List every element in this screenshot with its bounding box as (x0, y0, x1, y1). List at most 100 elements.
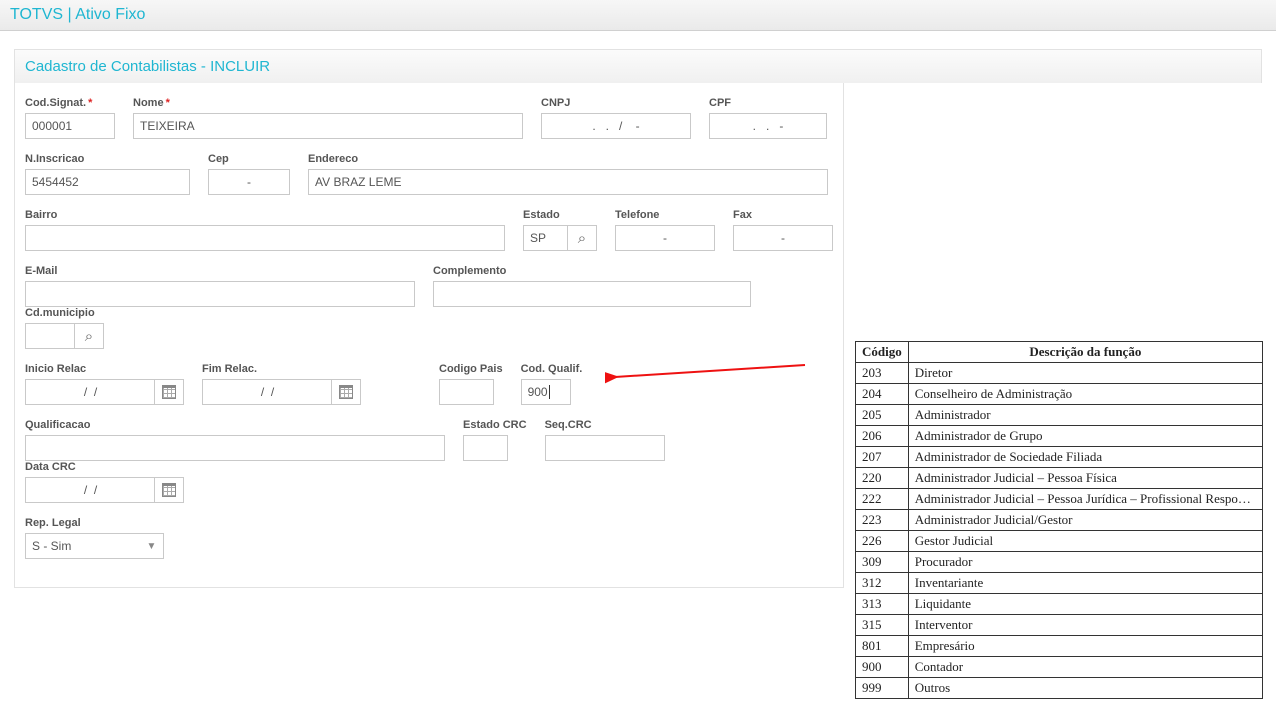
cell-desc: Administrador Judicial – Pessoa Jurídica… (908, 489, 1262, 510)
cd-municipio-input[interactable] (25, 323, 75, 349)
inicio-relac-input[interactable] (25, 379, 155, 405)
cell-desc: Gestor Judicial (908, 531, 1262, 552)
search-icon (85, 328, 93, 345)
calendar-icon (339, 385, 353, 399)
cell-desc: Conselheiro de Administração (908, 384, 1262, 405)
cell-desc: Administrador Judicial/Gestor (908, 510, 1262, 531)
cell-code: 206 (856, 426, 909, 447)
col-header-code: Código (856, 342, 909, 363)
endereco-input[interactable] (308, 169, 828, 195)
label-codigo-pais: Codigo Pais (439, 363, 503, 375)
table-row: 312Inventariante (856, 573, 1263, 594)
n-inscricao-input[interactable] (25, 169, 190, 195)
window-title-bar: TOTVS | Ativo Fixo (0, 0, 1276, 31)
qualif-codes-table: Código Descrição da função 203Diretor204… (855, 341, 1263, 699)
rep-legal-dropdown-button[interactable]: ▼ (140, 533, 164, 559)
table-row: 204Conselheiro de Administração (856, 384, 1263, 405)
cell-code: 222 (856, 489, 909, 510)
text-cursor (549, 385, 550, 399)
label-bairro: Bairro (25, 209, 505, 221)
label-nome: Nome* (133, 97, 523, 109)
table-row: 223Administrador Judicial/Gestor (856, 510, 1263, 531)
cell-code: 223 (856, 510, 909, 531)
cell-code: 204 (856, 384, 909, 405)
cell-desc: Administrador Judicial – Pessoa Física (908, 468, 1262, 489)
table-row: 999Outros (856, 678, 1263, 699)
label-cod-signat: Cod.Signat.* (25, 97, 115, 109)
table-row: 801Empresário (856, 636, 1263, 657)
fim-relac-input[interactable] (202, 379, 332, 405)
cell-code: 203 (856, 363, 909, 384)
cell-code: 220 (856, 468, 909, 489)
cell-code: 226 (856, 531, 909, 552)
label-fim-relac: Fim Relac. (202, 363, 361, 375)
table-row: 309Procurador (856, 552, 1263, 573)
label-cod-qualif: Cod. Qualif. (521, 363, 583, 375)
table-row: 315Interventor (856, 615, 1263, 636)
label-estado-crc: Estado CRC (463, 419, 527, 431)
label-cep: Cep (208, 153, 290, 165)
label-cnpj: CNPJ (541, 97, 691, 109)
cell-desc: Administrador (908, 405, 1262, 426)
table-row: 222Administrador Judicial – Pessoa Juríd… (856, 489, 1263, 510)
label-data-crc: Data CRC (25, 461, 184, 473)
estado-lookup-button[interactable] (567, 225, 597, 251)
label-cd-municipio: Cd.municipio (25, 307, 104, 319)
fim-relac-calendar-button[interactable] (331, 379, 361, 405)
label-endereco: Endereco (308, 153, 828, 165)
codigo-pais-input[interactable] (439, 379, 494, 405)
inicio-relac-calendar-button[interactable] (154, 379, 184, 405)
label-telefone: Telefone (615, 209, 715, 221)
cell-code: 207 (856, 447, 909, 468)
cod-signat-input[interactable] (25, 113, 115, 139)
data-crc-input[interactable] (25, 477, 155, 503)
cell-desc: Liquidante (908, 594, 1262, 615)
label-email: E-Mail (25, 265, 415, 277)
table-row: 205Administrador (856, 405, 1263, 426)
app-title: TOTVS | Ativo Fixo (10, 6, 145, 23)
fax-input[interactable] (733, 225, 833, 251)
cell-desc: Empresário (908, 636, 1262, 657)
cell-code: 312 (856, 573, 909, 594)
page-title: Cadastro de Contabilistas - INCLUIR (14, 49, 1262, 83)
label-rep-legal: Rep. Legal (25, 517, 164, 529)
cell-desc: Inventariante (908, 573, 1262, 594)
label-n-inscricao: N.Inscricao (25, 153, 190, 165)
estado-crc-input[interactable] (463, 435, 508, 461)
label-complemento: Complemento (433, 265, 751, 277)
cell-desc: Interventor (908, 615, 1262, 636)
cnpj-input[interactable] (541, 113, 691, 139)
table-row: 226Gestor Judicial (856, 531, 1263, 552)
cell-code: 900 (856, 657, 909, 678)
data-crc-calendar-button[interactable] (154, 477, 184, 503)
nome-input[interactable] (133, 113, 523, 139)
table-row: 206Administrador de Grupo (856, 426, 1263, 447)
label-seq-crc: Seq.CRC (545, 419, 665, 431)
cell-desc: Diretor (908, 363, 1262, 384)
cell-desc: Administrador de Sociedade Filiada (908, 447, 1262, 468)
calendar-icon (162, 483, 176, 497)
form-area: Cod.Signat.* Nome* CNPJ CPF N.I (14, 83, 844, 588)
cell-desc: Outros (908, 678, 1262, 699)
cod-qualif-input[interactable]: 900 (521, 379, 571, 405)
cep-input[interactable] (208, 169, 290, 195)
label-estado: Estado (523, 209, 597, 221)
qualificacao-input[interactable] (25, 435, 445, 461)
label-fax: Fax (733, 209, 833, 221)
table-row: 220Administrador Judicial – Pessoa Físic… (856, 468, 1263, 489)
bairro-input[interactable] (25, 225, 505, 251)
cell-code: 313 (856, 594, 909, 615)
telefone-input[interactable] (615, 225, 715, 251)
cd-municipio-lookup-button[interactable] (74, 323, 104, 349)
search-icon (578, 230, 586, 247)
estado-input[interactable] (523, 225, 568, 251)
cell-code: 315 (856, 615, 909, 636)
cpf-input[interactable] (709, 113, 827, 139)
seq-crc-input[interactable] (545, 435, 665, 461)
table-row: 207Administrador de Sociedade Filiada (856, 447, 1263, 468)
cell-code: 801 (856, 636, 909, 657)
table-row: 203Diretor (856, 363, 1263, 384)
complemento-input[interactable] (433, 281, 751, 307)
rep-legal-select[interactable]: S - Sim (25, 533, 140, 559)
email-input[interactable] (25, 281, 415, 307)
